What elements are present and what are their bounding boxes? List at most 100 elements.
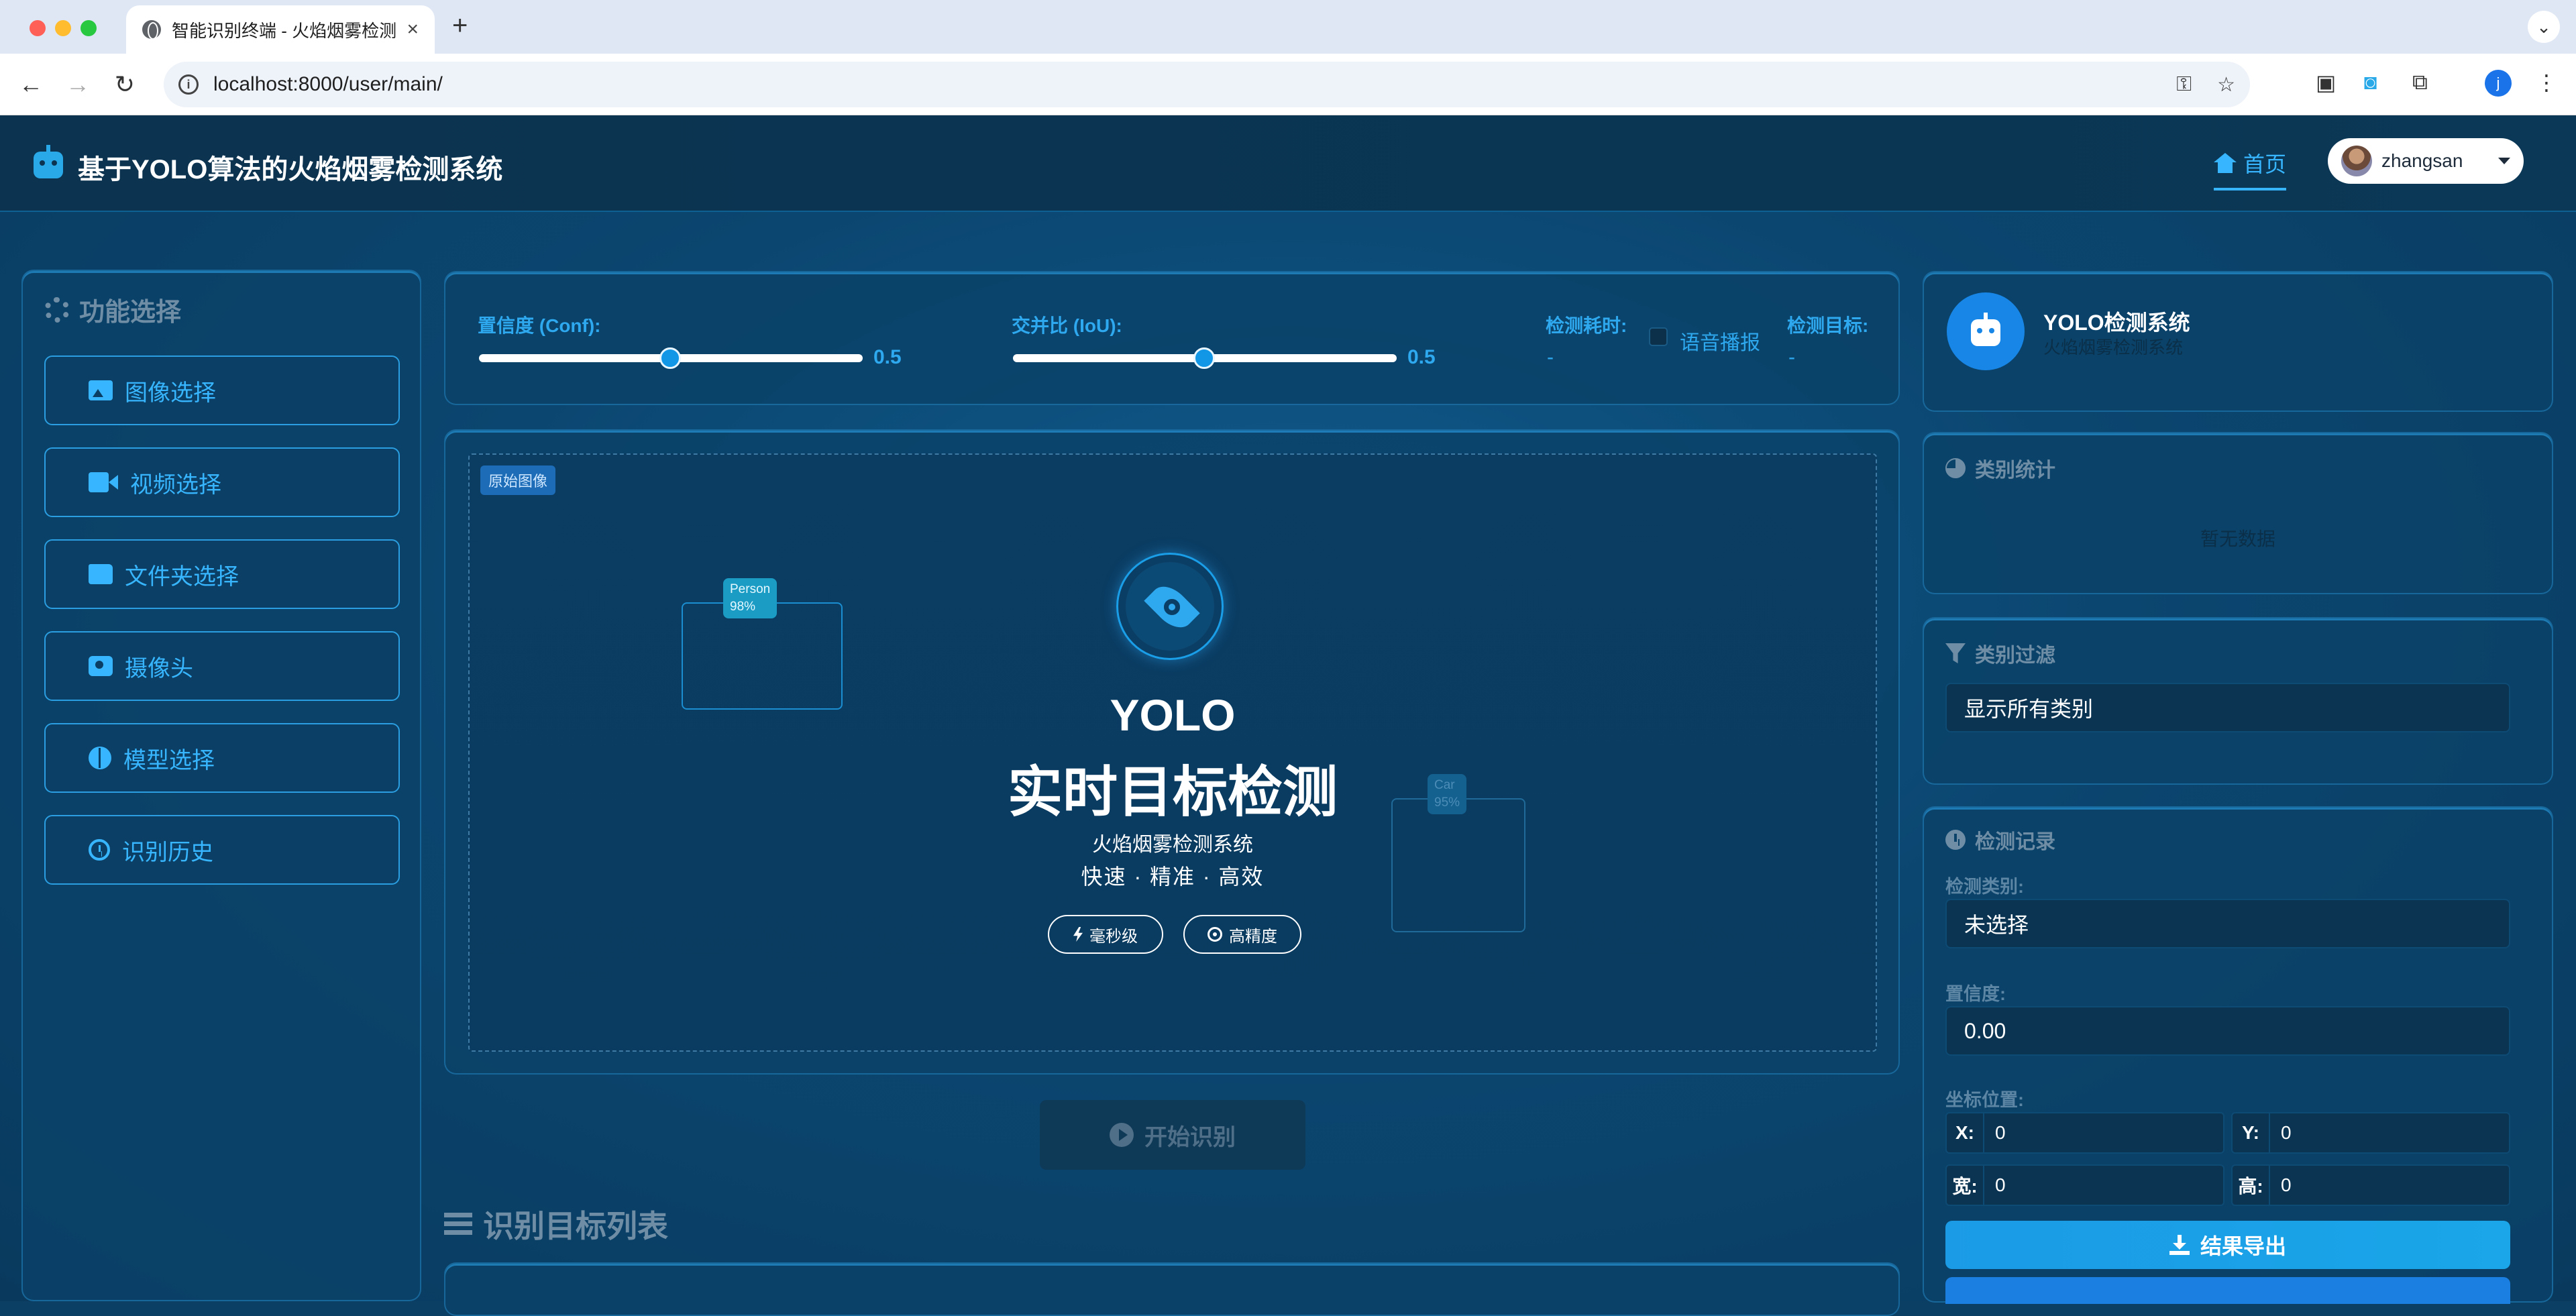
url-text[interactable]: localhost:8000/user/main/ [213,73,443,96]
voice-checkbox[interactable] [1649,327,1668,346]
stats-title: 类别统计 [1945,453,2055,483]
app-title: 基于YOLO算法的火焰烟雾检测系统 [78,155,503,184]
detection-record-panel: 检测记录 检测类别: 未选择 置信度: 0.00 坐标位置: X: 0 Y: 0… [1923,806,2553,1304]
history-label: 识别历史 [122,839,213,865]
user-avatar [2341,146,2372,176]
browser-menu-icon[interactable]: ⋮ [2536,70,2557,95]
maximize-window-button[interactable] [80,20,97,36]
stats-empty: 暂无数据 [2200,529,2275,549]
browser-tab[interactable]: 智能识别终端 - 火焰烟雾检测系统 × [126,5,435,54]
minimize-window-button[interactable] [55,20,71,36]
target-value: - [1788,346,1795,368]
site-info-icon[interactable]: i [178,74,199,95]
start-detection-button[interactable]: 开始识别 [1040,1100,1305,1170]
start-label: 开始识别 [1144,1124,1236,1150]
voice-label[interactable]: 语音播报 [1680,326,1760,355]
new-tab-button[interactable]: + [452,11,468,41]
chip2-label: 高精度 [1229,927,1277,946]
coord-y[interactable]: Y: 0 [2231,1112,2510,1154]
key-icon[interactable]: ⚿ [2176,73,2192,97]
folder-select-button[interactable]: 文件夹选择 [44,539,400,609]
camera-label: 摄像头 [125,655,193,681]
sidebar-title: 功能选择 [44,291,181,328]
app-root: 基于YOLO算法的火焰烟雾检测系统 首页 zhangsan 功能选择 图像选择 … [0,115,2576,1316]
image-select-button[interactable]: 图像选择 [44,355,400,425]
iou-label: 交并比 (IoU): [1012,315,1122,336]
clock-icon [1945,830,1966,850]
crosshair-icon [1208,927,1222,942]
stats-title-label: 类别统计 [1975,459,2055,482]
preview-panel: 原始图像 Person 98% Car 95% YOLO 实时目标检测 火焰烟雾… [444,429,1900,1075]
secondary-action-button[interactable] [1945,1277,2510,1304]
caret-down-icon [2498,158,2510,164]
history-icon [89,839,110,861]
coord-x[interactable]: X: 0 [1945,1112,2224,1154]
y-value: 0 [2281,1122,2292,1143]
w-value: 0 [1995,1174,2006,1195]
reload-icon[interactable]: ↻ [109,68,141,101]
sidebar-title-label: 功能选择 [79,298,182,327]
profile-avatar[interactable]: j [2485,70,2512,97]
list-icon [444,1213,472,1236]
person-tag: Person 98% [723,578,777,618]
bookmark-star-icon[interactable]: ☆ [2217,73,2235,97]
record-title-label: 检测记录 [1975,831,2055,853]
system-name: YOLO检测系统 [2043,311,2190,335]
app-header: 基于YOLO算法的火焰烟雾检测系统 首页 zhangsan [0,115,2576,212]
robot-extension-icon[interactable]: ◙ [2364,70,2377,95]
iou-value: 0.5 [1407,346,1436,368]
history-button[interactable]: 识别历史 [44,815,400,885]
tab-close-icon[interactable]: × [407,18,419,41]
brain-icon [89,747,111,769]
coord-width[interactable]: 宽: 0 [1945,1164,2224,1206]
nav-home-link[interactable]: 首页 [2214,148,2287,190]
close-window-button[interactable] [30,20,46,36]
class-stats-panel: 类别统计 暂无数据 [1923,432,2553,594]
x-value: 0 [1995,1122,2006,1143]
tab-title: 智能识别终端 - 火焰烟雾检测系统 [172,20,396,41]
puzzle-icon[interactable]: ⧉ [2412,70,2428,95]
record-conf-label: 置信度: [1945,984,2006,1004]
target-list-panel [444,1262,1900,1316]
target-list-label: 识别目标列表 [483,1209,668,1244]
forward-icon[interactable]: → [62,68,94,101]
folder-icon [89,564,113,584]
record-conf-field[interactable]: 0.00 [1945,1006,2510,1056]
nav-home-label: 首页 [2243,152,2287,176]
iou-slider-thumb[interactable] [1193,347,1215,369]
filter-title: 类别过滤 [1945,639,2055,668]
video-select-label: 视频选择 [130,472,221,498]
export-label: 结果导出 [2200,1234,2286,1258]
export-results-button[interactable]: 结果导出 [1945,1221,2510,1269]
original-image-tag: 原始图像 [480,465,556,495]
address-bar[interactable]: i localhost:8000/user/main/ ⚿ ☆ [164,62,2250,107]
w-label: 宽: [1947,1166,1984,1205]
function-sidebar: 功能选择 图像选择 视频选择 文件夹选择 摄像头 模型选择 识别历史 [21,270,421,1301]
conf-label: 置信度 (Conf): [478,315,601,336]
username: zhangsan [2381,150,2463,171]
record-title: 检测记录 [1945,825,2055,855]
extension-icon[interactable]: ▣ [2316,70,2336,95]
det-class-field[interactable]: 未选择 [1945,899,2510,948]
coord-height[interactable]: 高: 0 [2231,1164,2510,1206]
canvas-subtitle: 火焰烟雾检测系统 [1092,834,1253,856]
browser-toolbar: ← → ↻ i localhost:8000/user/main/ ⚿ ☆ ▣ … [0,54,2576,115]
conf-slider-thumb[interactable] [659,347,681,369]
millisecond-chip: 毫秒级 [1048,915,1163,954]
time-label: 检测耗时: [1546,315,1627,336]
person-label: Person [730,582,771,596]
filter-icon [1945,643,1966,663]
canvas-tagline: 快速 · 精准 · 高效 [1081,865,1265,889]
h-value: 0 [2281,1174,2292,1195]
video-select-button[interactable]: 视频选择 [44,447,400,517]
time-value: - [1547,346,1554,368]
tab-search-button[interactable]: ⌄ [2528,11,2560,43]
back-icon[interactable]: ← [15,68,47,101]
model-select-button[interactable]: 模型选择 [44,723,400,793]
camera-button[interactable]: 摄像头 [44,631,400,701]
user-menu[interactable]: zhangsan [2328,138,2524,184]
bolt-icon [1073,927,1083,942]
class-filter-select[interactable]: 显示所有类别 [1945,683,2510,732]
image-canvas: 原始图像 Person 98% Car 95% YOLO 实时目标检测 火焰烟雾… [468,453,1877,1052]
model-select-label: 模型选择 [123,747,215,773]
